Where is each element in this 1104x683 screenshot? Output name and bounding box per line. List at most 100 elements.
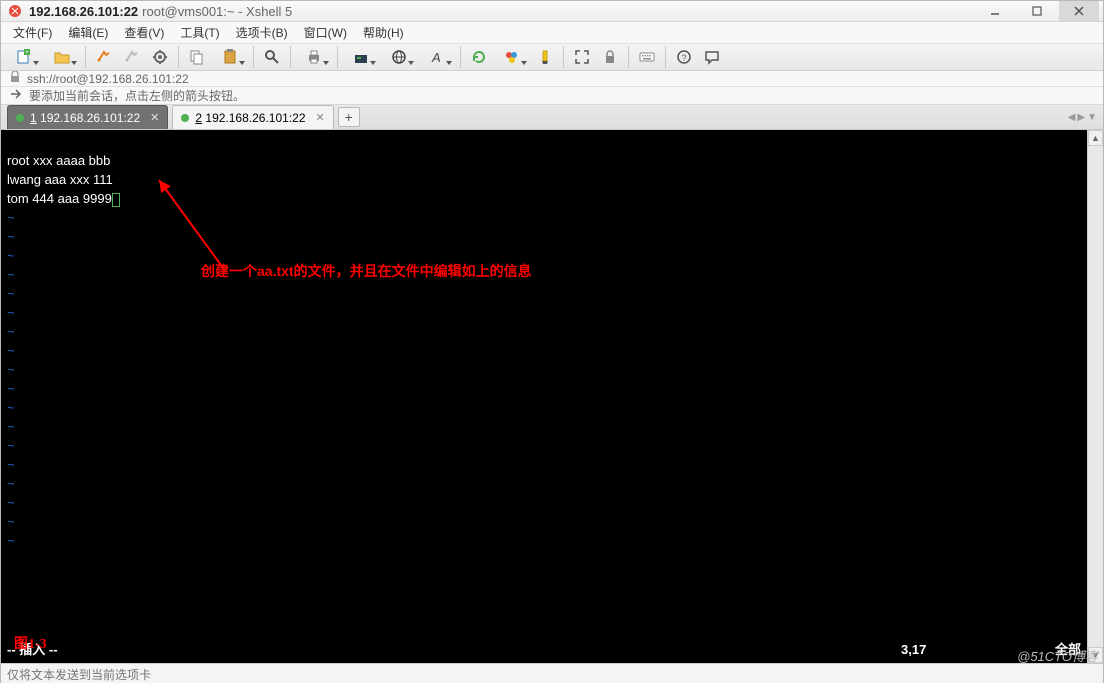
vim-empty-line: ~ bbox=[7, 495, 15, 510]
toolbar-separator bbox=[665, 46, 666, 68]
maximize-button[interactable] bbox=[1017, 1, 1057, 21]
lock-icon bbox=[9, 71, 21, 86]
scroll-track[interactable] bbox=[1088, 146, 1103, 647]
compose-bar bbox=[1, 663, 1103, 683]
connection-status-icon bbox=[181, 114, 189, 122]
terminal-line: root xxx aaaa bbb bbox=[7, 153, 110, 168]
minimize-button[interactable] bbox=[975, 1, 1015, 21]
session-tab-1[interactable]: 1 192.168.26.101:22 ✕ bbox=[7, 105, 168, 129]
toolbar-separator bbox=[337, 46, 338, 68]
cursor bbox=[112, 193, 120, 207]
new-session-button[interactable]: + bbox=[6, 44, 42, 70]
vim-empty-line: ~ bbox=[7, 457, 15, 472]
highlight-button[interactable] bbox=[532, 44, 558, 70]
keyboard-button[interactable] bbox=[634, 44, 660, 70]
vim-empty-line: ~ bbox=[7, 324, 15, 339]
reconnect-button[interactable] bbox=[91, 44, 117, 70]
tab-label: 192.168.26.101:22 bbox=[40, 111, 140, 125]
copy-button[interactable] bbox=[184, 44, 210, 70]
toolbar-separator bbox=[290, 46, 291, 68]
print-button[interactable] bbox=[296, 44, 332, 70]
vim-empty-line: ~ bbox=[7, 210, 15, 225]
xftp-button[interactable] bbox=[343, 44, 379, 70]
app-icon bbox=[7, 3, 23, 19]
vim-empty-line: ~ bbox=[7, 286, 15, 301]
hint-arrow-icon[interactable] bbox=[9, 87, 23, 104]
tab-bar: 1 192.168.26.101:22 ✕ 2 192.168.26.101:2… bbox=[1, 105, 1103, 130]
menu-view[interactable]: 查看(V) bbox=[116, 22, 172, 43]
hint-bar: 要添加当前会话，点击左侧的箭头按钮。 bbox=[1, 87, 1103, 105]
menu-tabs[interactable]: 选项卡(B) bbox=[228, 22, 296, 43]
tab-label: 192.168.26.101:22 bbox=[205, 111, 305, 125]
compose-input[interactable] bbox=[7, 666, 1097, 683]
tab-add-button[interactable]: + bbox=[338, 107, 360, 127]
refresh-button[interactable] bbox=[466, 44, 492, 70]
tab-next-button[interactable]: ▶ bbox=[1077, 112, 1085, 123]
app-window: 192.168.26.101:22 root@vms001:~ - Xshell… bbox=[0, 0, 1104, 683]
vim-position: 3,17 bbox=[901, 641, 1021, 659]
properties-button[interactable] bbox=[147, 44, 173, 70]
svg-text:A: A bbox=[431, 50, 441, 65]
vim-empty-line: ~ bbox=[7, 438, 15, 453]
vim-empty-line: ~ bbox=[7, 514, 15, 529]
tab-list-button[interactable]: ▼ bbox=[1087, 112, 1097, 123]
close-button[interactable] bbox=[1059, 1, 1099, 21]
terminal-line: lwang aaa xxx 111 bbox=[7, 172, 113, 187]
toolbar-separator bbox=[460, 46, 461, 68]
menu-file[interactable]: 文件(F) bbox=[5, 22, 60, 43]
menu-window[interactable]: 窗口(W) bbox=[296, 22, 355, 43]
open-session-button[interactable] bbox=[44, 44, 80, 70]
scroll-up-button[interactable]: ▲ bbox=[1088, 130, 1103, 146]
feedback-button[interactable] bbox=[699, 44, 725, 70]
svg-text:?: ? bbox=[681, 53, 686, 63]
toolbar: + A ? bbox=[1, 44, 1103, 71]
annotation-arrow bbox=[151, 172, 241, 282]
annotation-text: 创建一个aa.txt的文件，并且在文件中编辑如上的信息 bbox=[201, 262, 532, 280]
vim-empty-line: ~ bbox=[7, 381, 15, 396]
menu-edit[interactable]: 编辑(E) bbox=[60, 22, 116, 43]
address-url[interactable]: ssh://root@192.168.26.101:22 bbox=[27, 72, 189, 86]
svg-text:+: + bbox=[25, 50, 29, 56]
terminal-wrap: root xxx aaaa bbb lwang aaa xxx 111 tom … bbox=[1, 130, 1103, 663]
find-button[interactable] bbox=[259, 44, 285, 70]
vim-empty-line: ~ bbox=[7, 419, 15, 434]
vim-empty-line: ~ bbox=[7, 362, 15, 377]
menu-tools[interactable]: 工具(T) bbox=[172, 22, 227, 43]
language-button[interactable] bbox=[381, 44, 417, 70]
menu-help[interactable]: 帮助(H) bbox=[355, 22, 412, 43]
tab-number: 1 bbox=[30, 111, 37, 125]
toolbar-separator bbox=[563, 46, 564, 68]
toolbar-separator bbox=[253, 46, 254, 68]
vim-mode-line: -- 插入 -- 3,17 全部 bbox=[7, 641, 1081, 659]
tab-close-icon[interactable]: ✕ bbox=[316, 111, 325, 124]
vim-empty-line: ~ bbox=[7, 400, 15, 415]
tab-prev-button[interactable]: ◀ bbox=[1068, 112, 1076, 123]
toolbar-separator bbox=[628, 46, 629, 68]
vim-empty-line: ~ bbox=[7, 533, 15, 548]
terminal[interactable]: root xxx aaaa bbb lwang aaa xxx 111 tom … bbox=[1, 130, 1087, 663]
vertical-scrollbar[interactable]: ▲ ▼ bbox=[1087, 130, 1103, 663]
connection-status-icon bbox=[16, 114, 24, 122]
address-bar: ssh://root@192.168.26.101:22 bbox=[1, 71, 1103, 87]
color-scheme-button[interactable] bbox=[494, 44, 530, 70]
tab-number: 2 bbox=[195, 111, 202, 125]
session-tab-2[interactable]: 2 192.168.26.101:22 ✕ bbox=[172, 105, 333, 129]
vim-empty-line: ~ bbox=[7, 476, 15, 491]
vim-empty-line: ~ bbox=[7, 267, 15, 282]
watermark: @51CTO博客 bbox=[1017, 646, 1098, 665]
fullscreen-button[interactable] bbox=[569, 44, 595, 70]
help-button[interactable]: ? bbox=[671, 44, 697, 70]
disconnect-button[interactable] bbox=[119, 44, 145, 70]
hint-text: 要添加当前会话，点击左侧的箭头按钮。 bbox=[29, 87, 245, 104]
tab-nav: ◀ ▶ ▼ bbox=[1068, 112, 1097, 123]
toolbar-separator bbox=[178, 46, 179, 68]
terminal-line: tom 444 aaa 9999 bbox=[7, 191, 112, 206]
font-button[interactable]: A bbox=[419, 44, 455, 70]
paste-button[interactable] bbox=[212, 44, 248, 70]
lock-button[interactable] bbox=[597, 44, 623, 70]
tab-close-icon[interactable]: ✕ bbox=[150, 111, 159, 124]
vim-empty-line: ~ bbox=[7, 248, 15, 263]
window-title-sub: root@vms001:~ - Xshell 5 bbox=[142, 4, 292, 19]
window-title-main: 192.168.26.101:22 bbox=[29, 4, 138, 19]
title-bar: 192.168.26.101:22 root@vms001:~ - Xshell… bbox=[1, 1, 1103, 22]
